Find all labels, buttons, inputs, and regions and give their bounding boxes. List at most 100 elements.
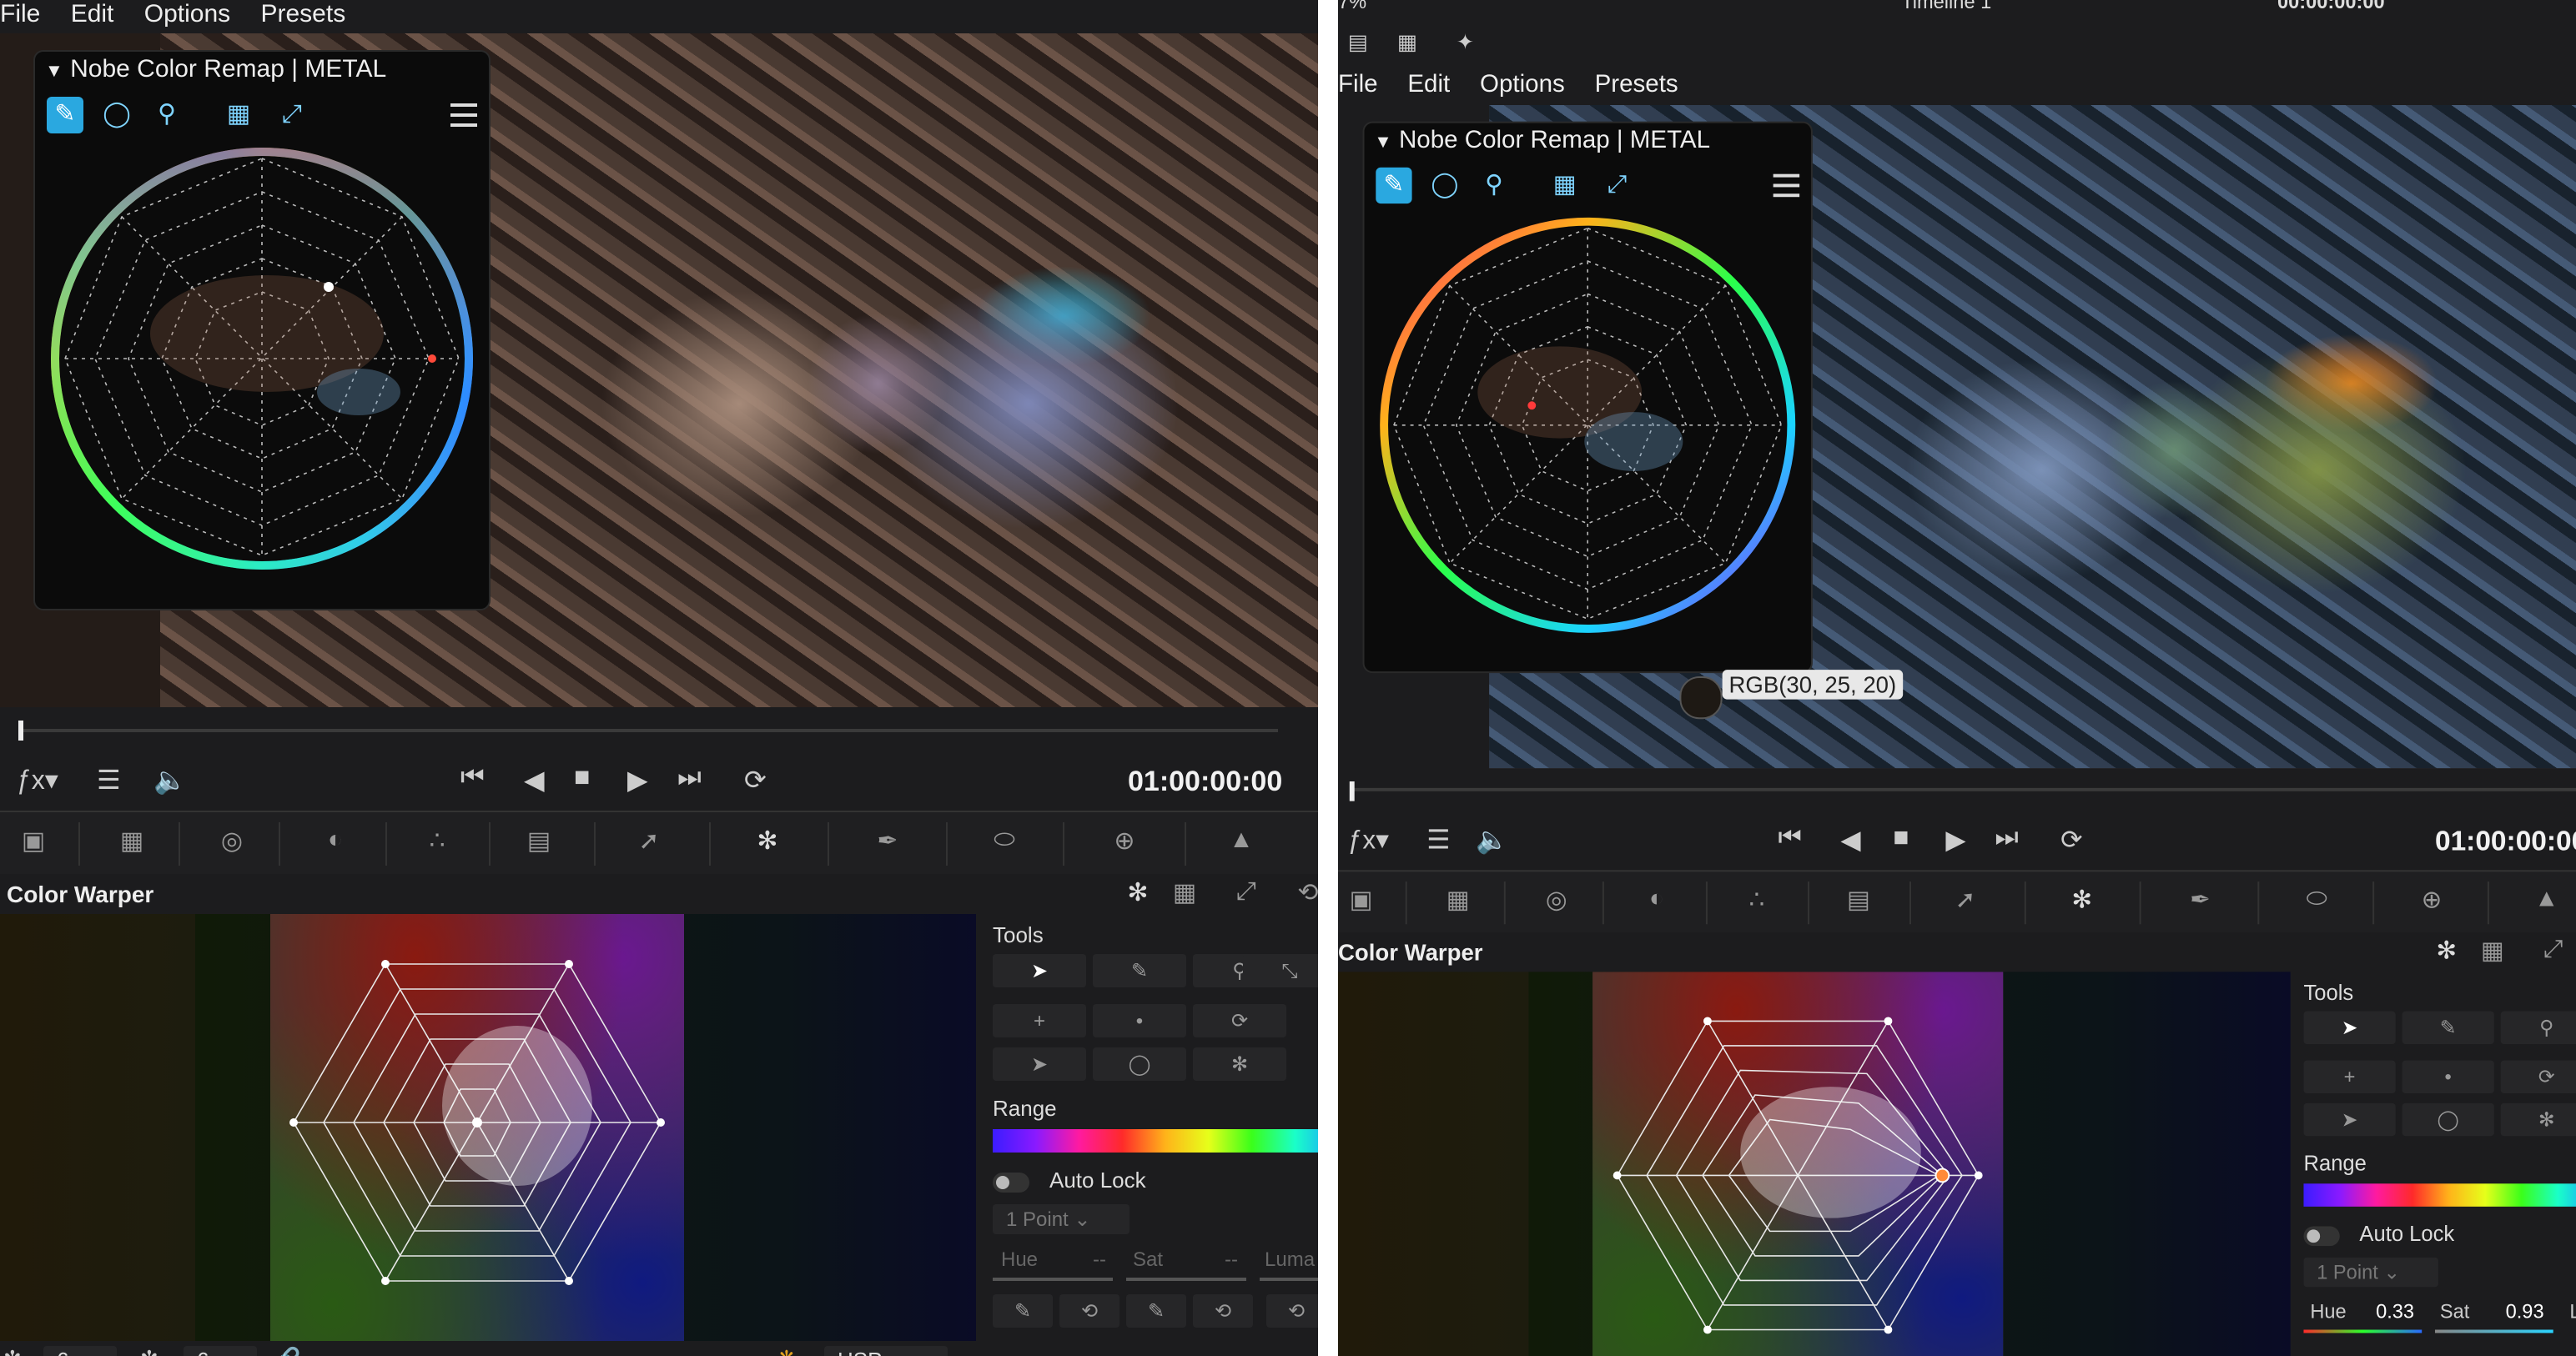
window-icon[interactable]: ⬭ <box>2297 885 2337 917</box>
expand-icon[interactable]: ⤢ <box>1599 168 1635 203</box>
rotate-button[interactable]: ⟳ <box>2500 1060 2576 1094</box>
range-slider[interactable] <box>2303 1183 2576 1207</box>
grid-icon[interactable]: ▦ <box>1165 877 1205 911</box>
qualifier-icon[interactable]: ✒ <box>2181 885 2220 917</box>
collapse-icon[interactable]: ▼ <box>45 62 63 82</box>
tracker-icon[interactable]: ⊕ <box>2412 885 2451 917</box>
brush-icon[interactable]: ✎ <box>47 97 83 133</box>
pointer-icon[interactable]: ➤ <box>993 954 1086 987</box>
color-warper-icon[interactable]: ✻ <box>2062 885 2101 917</box>
link-icon[interactable]: 🔗 <box>274 1346 300 1356</box>
magic-icon[interactable]: ✦ <box>1457 29 1474 55</box>
qualifier-icon[interactable]: ✒ <box>868 826 908 859</box>
play-icon[interactable]: ▶ <box>627 764 648 797</box>
window-icon[interactable]: ⬭ <box>984 826 1024 859</box>
stop-icon[interactable]: ■ <box>1893 824 1909 853</box>
primaries-icon[interactable]: ◎ <box>1537 885 1576 917</box>
camera-raw-icon[interactable]: ▣ <box>1341 885 1381 917</box>
color-match-icon[interactable]: ▦ <box>1438 885 1477 917</box>
point-select[interactable]: 1 Point ⌄ <box>2303 1257 2438 1288</box>
hue-slider[interactable] <box>2303 1329 2423 1333</box>
pen-icon[interactable]: ✎ <box>1093 954 1186 987</box>
fx-icon[interactable]: ƒx▾ <box>1348 824 1389 856</box>
magic-mask-icon[interactable]: ▲ <box>1221 826 1261 859</box>
warper-mesh[interactable] <box>0 914 976 1348</box>
loop-icon[interactable]: ⟳ <box>2060 824 2082 856</box>
menu-options[interactable]: Options <box>144 0 230 28</box>
play-reverse-icon[interactable]: ◀ <box>1840 824 1860 856</box>
select-point-button[interactable]: • <box>1093 1004 1186 1037</box>
grid-hue-select[interactable]: 6 ⌄ <box>43 1346 117 1356</box>
play-icon[interactable]: ▶ <box>1945 824 1965 856</box>
circle-icon[interactable]: ◯ <box>98 97 135 133</box>
expand-icon[interactable]: ⤢ <box>1226 877 1266 911</box>
speaker-icon[interactable]: 🔈 <box>153 764 187 797</box>
sat-value[interactable]: 0.93 <box>2506 1300 2544 1323</box>
layers-icon[interactable]: ☰ <box>97 764 121 797</box>
timeline-name[interactable]: Timeline 1 <box>1901 0 1991 13</box>
grid-view-icon[interactable]: ▦ <box>1397 29 1417 55</box>
sat-slider[interactable] <box>1126 1278 1246 1281</box>
menu-presets[interactable]: Presets <box>1595 71 1678 98</box>
skip-back-icon[interactable]: ⏮ <box>460 764 485 794</box>
color-warper-icon[interactable]: ✻ <box>2427 936 2466 968</box>
lasso-button[interactable]: ◯ <box>2402 1102 2494 1137</box>
skip-forward-icon[interactable]: ⏭ <box>1995 824 2018 853</box>
layout-icon[interactable]: ▤ <box>1348 29 1368 55</box>
lasso-button[interactable]: ◯ <box>1093 1047 1186 1081</box>
warper-mesh[interactable] <box>1338 972 2291 1356</box>
reset-sat-button[interactable]: ⟲ <box>1193 1294 1253 1328</box>
hue-slider[interactable] <box>993 1278 1113 1281</box>
menu-edit[interactable]: Edit <box>1407 71 1450 98</box>
playhead[interactable] <box>18 721 23 741</box>
menu-edit[interactable]: Edit <box>71 0 114 28</box>
scrubber[interactable] <box>20 729 1278 732</box>
menu-icon[interactable] <box>1773 173 1800 198</box>
grid-snap-button[interactable]: ✻ <box>2500 1102 2576 1137</box>
playhead[interactable] <box>1349 781 1355 801</box>
speaker-icon[interactable]: 🔈 <box>1476 824 1508 856</box>
color-wheel[interactable] <box>42 142 482 582</box>
brush-icon[interactable]: ✎ <box>1376 167 1412 204</box>
add-point-button[interactable]: + <box>993 1004 1086 1037</box>
pen-icon[interactable]: ✎ <box>2402 1011 2494 1044</box>
tracker-icon[interactable]: ⊕ <box>1104 826 1145 859</box>
menu-file[interactable]: File <box>0 0 40 28</box>
pointer-icon[interactable]: ➤ <box>2303 1011 2396 1044</box>
pin-icon[interactable]: ⚲ <box>2500 1011 2576 1044</box>
scope-title[interactable]: ▼ Nobe Color Remap | METAL <box>1374 123 1710 159</box>
grid-icon[interactable]: ▦ <box>2473 936 2512 968</box>
reset-hue-button[interactable]: ⟲ <box>1059 1294 1119 1328</box>
pick-hue-button[interactable]: ✎ <box>993 1294 1053 1328</box>
menu-icon[interactable] <box>450 103 477 127</box>
select-all-button[interactable]: ➤ <box>993 1047 1086 1081</box>
warper-canvas[interactable] <box>0 914 976 1348</box>
scrubber[interactable] <box>1351 787 2576 791</box>
motion-effects-icon[interactable]: ▤ <box>1839 885 1878 917</box>
warper-canvas[interactable] <box>1338 972 2291 1356</box>
menu-options[interactable]: Options <box>1480 71 1565 98</box>
camera-raw-icon[interactable]: ▣ <box>13 826 53 859</box>
hdr-icon[interactable]: ◐ <box>315 826 355 859</box>
hdr-icon[interactable]: ◐ <box>1637 885 1676 917</box>
scope-title[interactable]: ▼ Nobe Color Remap | METAL <box>45 52 386 88</box>
rgb-mixer-icon[interactable]: ∴ <box>417 826 457 859</box>
zoom-level[interactable]: 7% <box>1338 0 1366 13</box>
menu-file[interactable]: File <box>1338 71 1378 98</box>
bulb-icon[interactable]: ⚲ <box>1476 168 1512 203</box>
pick-sat-button[interactable]: ✎ <box>1126 1294 1186 1328</box>
loop-icon[interactable]: ⟳ <box>744 764 767 797</box>
curves-icon[interactable]: ➚ <box>1945 885 1985 917</box>
color-space-select[interactable]: HSP ⌄ <box>824 1346 948 1356</box>
grid-sat-select[interactable]: 6 ⌄ <box>184 1346 257 1356</box>
point-select[interactable]: 1 Point ⌄ <box>993 1204 1130 1234</box>
expand-icon[interactable]: ⤢ <box>2533 936 2573 968</box>
skip-back-icon[interactable]: ⏮ <box>1779 824 1802 853</box>
bulb-icon[interactable]: ⚲ <box>148 97 185 133</box>
rotate-button[interactable]: ⟳ <box>1193 1004 1286 1037</box>
color-match-icon[interactable]: ▦ <box>112 826 152 859</box>
primaries-icon[interactable]: ◎ <box>212 826 252 859</box>
grid-icon[interactable]: ▦ <box>220 97 257 133</box>
grid-icon[interactable]: ▦ <box>1547 168 1582 203</box>
select-all-button[interactable]: ➤ <box>2303 1102 2396 1137</box>
